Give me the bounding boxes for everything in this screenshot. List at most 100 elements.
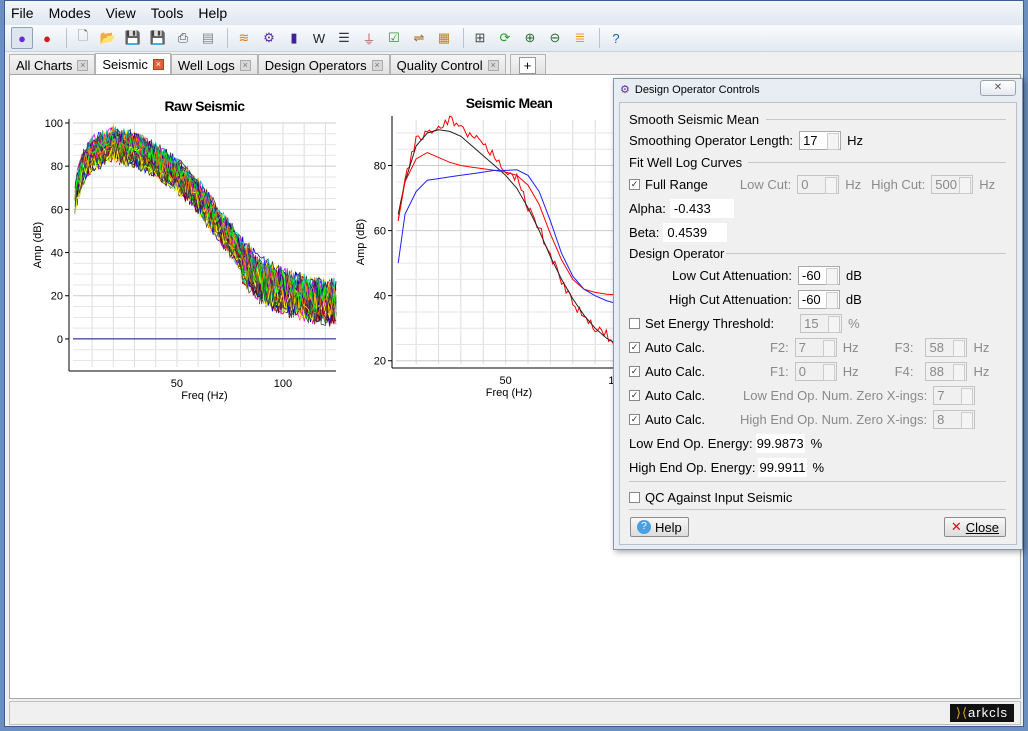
menu-help[interactable]: Help [198,5,227,21]
energy-threshold-spinner[interactable]: 15 [800,313,843,333]
zoom-in-icon[interactable]: ⊕ [519,27,541,49]
dialog-title-bar[interactable]: ⚙ Design Operator Controls [614,79,1022,100]
tab-quality-control[interactable]: Quality Control × [389,54,506,75]
auto-calc-high-zero-checkbox[interactable]: ✓ [629,413,640,425]
low-energy-value: 99.9873 [755,433,805,453]
low-att-label: Low Cut Attenuation: [672,267,792,283]
energy-threshold-checkbox[interactable] [629,317,640,329]
save-as-icon[interactable]: 💾 [147,27,169,49]
dialog-title: Design Operator Controls [634,83,760,96]
print-icon[interactable]: ⎙ [172,27,194,49]
auto-calc-low-zero-checkbox[interactable]: ✓ [629,389,640,401]
low-zero-spinner[interactable]: 7 [933,385,976,405]
close-x-icon: ✕ [950,519,962,534]
mode-select-icon[interactable]: ● [11,27,33,49]
status-bar: ⟩⟨arkcls [9,701,1021,725]
volume-icon[interactable]: ▦ [433,27,455,49]
chart-title: Seismic Mean [466,95,553,111]
alpha-value: -0.433 [669,198,734,218]
energy-label: Set Energy Threshold: [645,315,775,331]
save-icon[interactable]: 💾 [122,27,144,49]
report-icon[interactable]: ▤ [197,27,219,49]
close-tab-icon[interactable]: × [487,59,499,71]
low-cut-spinner[interactable]: 0 [797,174,840,194]
unit-label: dB [845,291,862,307]
full-range-checkbox[interactable]: ✓ [629,178,640,190]
qc-label: QC Against Input Seismic [645,489,793,505]
menu-file[interactable]: File [11,5,34,21]
record-icon[interactable]: ● [36,27,58,49]
y-tick-label: 20 [51,291,63,303]
smoothing-length-spinner[interactable]: 17 [799,130,842,150]
menu-view[interactable]: View [106,5,136,21]
unit-label: Hz [847,132,863,148]
zoom-out-icon[interactable]: ⊖ [544,27,566,49]
y-axis-label: Amp (dB) [355,219,367,265]
tab-label: Quality Control [396,57,483,73]
close-button[interactable]: ✕ Close [943,517,1006,537]
f1-label: F1: [769,363,789,379]
close-tab-icon[interactable]: × [239,59,251,71]
toolbar-separator [463,28,464,48]
fit-section-header: Fit Well Log Curves [629,154,743,170]
tab-all-charts[interactable]: All Charts × [9,54,96,75]
help-icon: ? [637,520,651,534]
qc-against-input-checkbox[interactable] [629,491,640,503]
f1-spinner[interactable]: 0 [794,361,837,381]
high-zero-label: High End Op. Num. Zero X-ings: [739,411,928,427]
close-tab-icon[interactable]: × [152,59,164,70]
spectrum-icon[interactable]: ▮ [283,27,305,49]
unit-label: dB [845,267,862,283]
design-operator-icon[interactable]: ⚙ [258,27,280,49]
refresh-icon[interactable]: ⟳ [494,27,516,49]
add-tab-button[interactable]: + [509,54,546,75]
f4-spinner[interactable]: 88 [925,361,968,381]
close-tab-icon[interactable]: × [77,59,89,71]
layers-icon[interactable]: ≣ [569,27,591,49]
quality-check-icon[interactable]: ☑ [383,27,405,49]
dialog-close-button[interactable]: ✕ [980,80,1016,96]
tab-well-logs[interactable]: Well Logs × [170,54,258,75]
f4-label: F4: [894,363,914,379]
high-att-label: High Cut Attenuation: [669,291,792,307]
toolbar-separator [66,28,67,48]
apply-operator-icon[interactable]: ⇌ [408,27,430,49]
filter-sliders-icon[interactable]: ☰ [333,27,355,49]
well-tie-icon[interactable]: ≋ [233,27,255,49]
high-cut-spinner[interactable]: 500 [931,174,974,194]
f3-spinner[interactable]: 58 [925,337,968,357]
open-folder-icon[interactable]: 📂 [97,27,119,49]
menu-modes[interactable]: Modes [49,5,91,21]
tab-design-operators[interactable]: Design Operators × [257,54,390,75]
auto-calc-label: Auto Calc. [645,339,705,355]
auto-calc-f2-f3-checkbox[interactable]: ✓ [629,341,640,353]
low-cut-attenuation-spinner[interactable]: -60 [797,265,840,285]
toolbar-separator [227,28,228,48]
well-icon[interactable]: ⏚ [358,27,380,49]
auto-calc-label: Auto Calc. [645,363,705,379]
unit-label: Hz [973,363,990,379]
help-icon[interactable]: ? [605,27,627,49]
tab-label: Well Logs [177,57,235,73]
auto-calc-label: Auto Calc. [645,387,705,403]
toolbar: ● ● 🗋 📂 💾 💾 ⎙ ▤ ≋ ⚙ ▮ W ☰ ⏚ ☑ ⇌ ▦ ⊞ ⟳ ⊕ ⊖ ≣? [5,25,1023,52]
x-tick-label: 50 [171,378,183,390]
tab-seismic[interactable]: Seismic × [95,53,171,75]
high-zero-spinner[interactable]: 8 [933,409,976,429]
y-tick-label: 0 [57,334,63,346]
new-file-icon[interactable]: 🗋 [72,27,94,49]
auto-calc-f1-f4-checkbox[interactable]: ✓ [629,365,640,377]
design-section-header: Design Operator [629,245,725,261]
high-cut-attenuation-spinner[interactable]: -60 [797,289,840,309]
menu-tools[interactable]: Tools [151,5,184,21]
chart-title: Raw Seismic [164,98,245,114]
y-tick-label: 60 [374,226,386,238]
chart-1: 2040608050100Seismic MeanFreq (Hz)Amp (d… [355,95,627,399]
f2-spinner[interactable]: 7 [794,337,837,357]
help-button[interactable]: ? Help [630,517,689,537]
wavelet-icon[interactable]: W [308,27,330,49]
y-tick-label: 40 [374,291,386,303]
grid-layout-icon[interactable]: ⊞ [469,27,491,49]
close-tab-icon[interactable]: × [371,59,383,71]
unit-label: % [810,435,823,451]
